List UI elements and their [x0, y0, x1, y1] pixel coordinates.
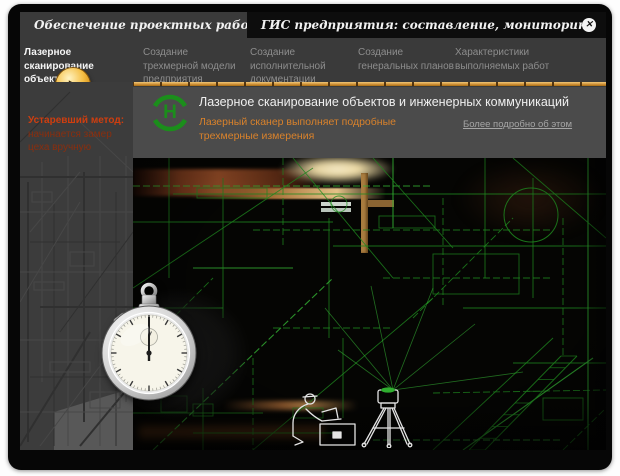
- surveyor-head: [305, 394, 315, 404]
- surveyor-and-scanner-illustration: [258, 386, 433, 448]
- laptop-base: [322, 419, 341, 421]
- tab-as-built-docs[interactable]: Создание исполнительной документации: [250, 46, 356, 87]
- nav-bar: Лазерное сканирование объектов Создание …: [20, 38, 606, 82]
- titlebar-right-label: ГИС предприятия: составление, мониторинг: [261, 18, 593, 32]
- case-latch: [333, 432, 341, 438]
- logo-letter: Н: [149, 92, 191, 134]
- tripod-leg-left: [364, 408, 386, 444]
- stopwatch-icon: [93, 279, 205, 405]
- note-title: Устаревший метод:: [28, 114, 130, 128]
- tab-master-plans[interactable]: Создание генеральных планов: [358, 46, 458, 73]
- content-header-panel: Н Лазерное сканирование объектов и инжен…: [133, 87, 606, 158]
- laser-scanner-logo-icon: Н: [149, 92, 191, 134]
- surveyor-arm: [306, 409, 322, 421]
- sidebar-note: Устаревший метод: начинается замер цеха …: [28, 114, 130, 155]
- surveyor-leg: [293, 436, 303, 445]
- stopwatch-crown: [142, 295, 156, 305]
- tripod-leg-right: [392, 408, 410, 444]
- section-subtitle: Лазерный сканер выполняет подробные трех…: [199, 116, 444, 143]
- tab-work-specs[interactable]: Характеристики выполняемых работ: [455, 46, 567, 73]
- tab-3d-model[interactable]: Создание трехмерной модели предприятия: [143, 46, 243, 87]
- note-body: начинается замер цеха вручную: [28, 128, 130, 155]
- app-screen: Обеспечение проектных работ по реконстру…: [20, 12, 606, 450]
- tripod-leg-center: [388, 408, 390, 445]
- scanner-lens: [381, 387, 395, 392]
- titlebar-tab-left[interactable]: Обеспечение проектных работ по реконстру…: [20, 12, 247, 38]
- window-frame: Обеспечение проектных работ по реконстру…: [8, 4, 612, 470]
- titlebar: Обеспечение проектных работ по реконстру…: [20, 12, 606, 39]
- tripod-head: [381, 403, 395, 408]
- laptop-screen: [322, 408, 338, 418]
- close-icon[interactable]: ✕: [582, 18, 596, 32]
- more-details-link[interactable]: Более подробно об этом: [463, 119, 572, 130]
- section-title: Лазерное сканирование объектов и инженер…: [199, 95, 599, 109]
- titlebar-tab-right[interactable]: ГИС предприятия: составление, мониторинг…: [247, 12, 606, 38]
